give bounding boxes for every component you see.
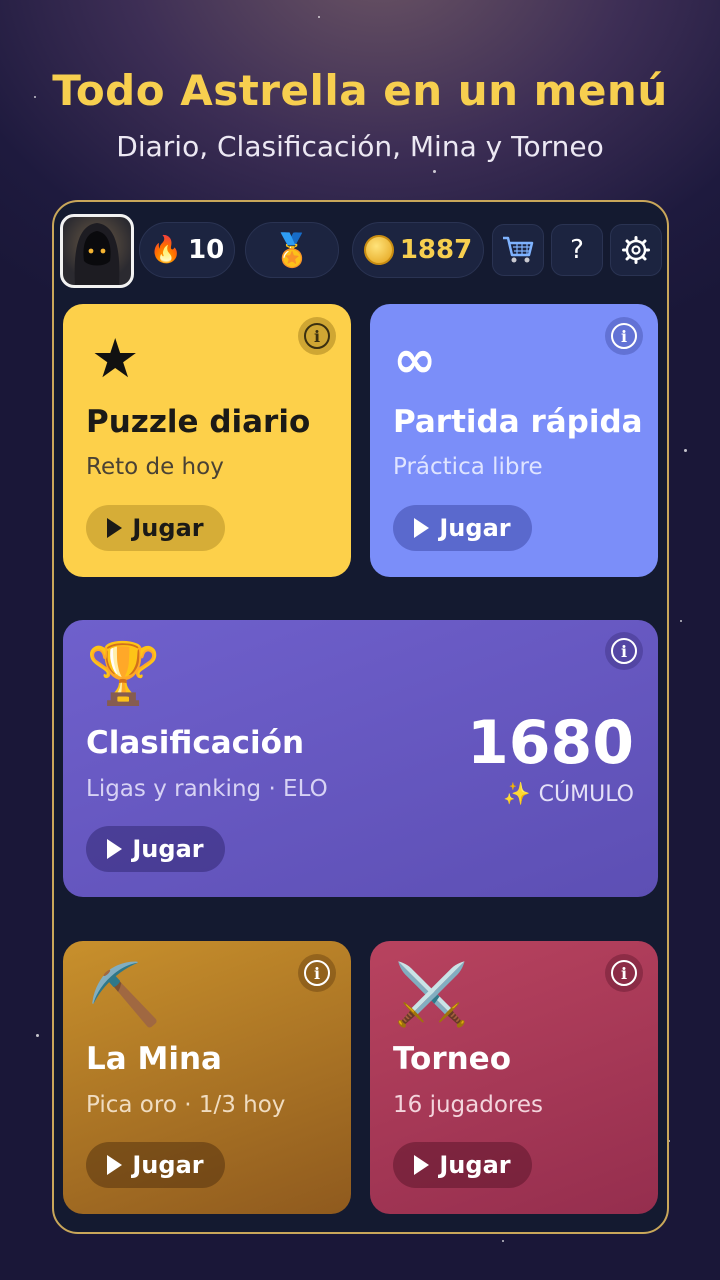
play-button[interactable]: Jugar [393, 505, 532, 551]
play-icon [414, 518, 430, 538]
crossed-swords-icon: ⚔️ [394, 961, 469, 1028]
star-icon: ★ [91, 329, 140, 389]
coin-icon [363, 235, 394, 265]
card-title: La Mina [86, 1041, 222, 1077]
play-icon [107, 839, 123, 859]
info-icon: i [611, 638, 637, 664]
card-title: Partida rápida [393, 404, 643, 440]
settings-button[interactable] [610, 224, 662, 276]
play-label: Jugar [439, 514, 511, 542]
gear-icon [622, 236, 650, 264]
page-title: Todo Astrella en un menú [52, 66, 668, 115]
card-subtitle: Pica oro · 1/3 hoy [86, 1092, 286, 1118]
play-button[interactable]: Jugar [393, 1142, 532, 1188]
play-icon [107, 518, 123, 538]
card-title: Puzzle diario [86, 404, 311, 440]
card-tournament[interactable]: i ⚔️ Torneo 16 jugadores Jugar [370, 941, 658, 1214]
info-icon: i [304, 323, 330, 349]
card-subtitle: Ligas y ranking · ELO [86, 776, 328, 802]
pickaxe-icon: ⛏️ [87, 961, 162, 1028]
coin-counter[interactable]: 1887 [352, 222, 484, 278]
card-title: Clasificación [86, 725, 305, 761]
card-subtitle: Práctica libre [393, 454, 543, 480]
star-decoration [684, 449, 687, 452]
info-icon: i [611, 323, 637, 349]
sparkles-icon: ✨ [503, 782, 531, 807]
play-button[interactable]: Jugar [86, 1142, 225, 1188]
trophy-icon: 🏆 [86, 640, 161, 707]
play-label: Jugar [132, 514, 204, 542]
flame-icon: 🔥 [149, 235, 183, 265]
star-decoration [36, 1034, 39, 1037]
info-button[interactable]: i [605, 632, 643, 670]
star-decoration [318, 16, 320, 18]
page-subtitle: Diario, Clasificación, Mina y Torneo [116, 130, 604, 163]
play-icon [414, 1155, 430, 1175]
info-icon: i [611, 960, 637, 986]
card-ranking[interactable]: i 🏆 Clasificación Ligas y ranking · ELO … [63, 620, 658, 897]
star-decoration [680, 620, 682, 622]
help-button[interactable]: ? [551, 224, 603, 276]
play-label: Jugar [439, 1151, 511, 1179]
card-subtitle: 16 jugadores [393, 1092, 543, 1118]
shop-button[interactable] [492, 224, 544, 276]
star-decoration [433, 170, 436, 173]
play-icon [107, 1155, 123, 1175]
info-button[interactable]: i [298, 954, 336, 992]
play-button[interactable]: Jugar [86, 505, 225, 551]
card-title: Torneo [393, 1041, 512, 1077]
star-decoration [502, 1240, 504, 1242]
medal-icon: 🏅 [272, 231, 312, 269]
info-button[interactable]: i [605, 317, 643, 355]
card-quick-match[interactable]: i ∞ Partida rápida Práctica libre Jugar [370, 304, 658, 577]
coin-value: 1887 [399, 235, 473, 265]
card-daily-puzzle[interactable]: i ★ Puzzle diario Reto de hoy Jugar [63, 304, 351, 577]
info-icon: i [304, 960, 330, 986]
infinity-icon: ∞ [393, 330, 437, 390]
avatar[interactable] [60, 214, 134, 288]
play-button[interactable]: Jugar [86, 826, 225, 872]
play-label: Jugar [132, 1151, 204, 1179]
streak-counter[interactable]: 🔥 10 [139, 222, 235, 278]
elo-score: 1680 [467, 708, 634, 778]
cart-icon [503, 236, 534, 263]
league-label: ✨ CÚMULO [503, 782, 634, 807]
card-mine[interactable]: i ⛏️ La Mina Pica oro · 1/3 hoy Jugar [63, 941, 351, 1214]
info-button[interactable]: i [605, 954, 643, 992]
hooded-figure-avatar-icon [74, 223, 120, 285]
card-subtitle: Reto de hoy [86, 454, 224, 480]
info-button[interactable]: i [298, 317, 336, 355]
league-name: CÚMULO [538, 782, 634, 807]
medal-button[interactable]: 🏅 [245, 222, 339, 278]
streak-value: 10 [188, 235, 225, 265]
play-label: Jugar [132, 835, 204, 863]
help-label: ? [570, 235, 584, 265]
